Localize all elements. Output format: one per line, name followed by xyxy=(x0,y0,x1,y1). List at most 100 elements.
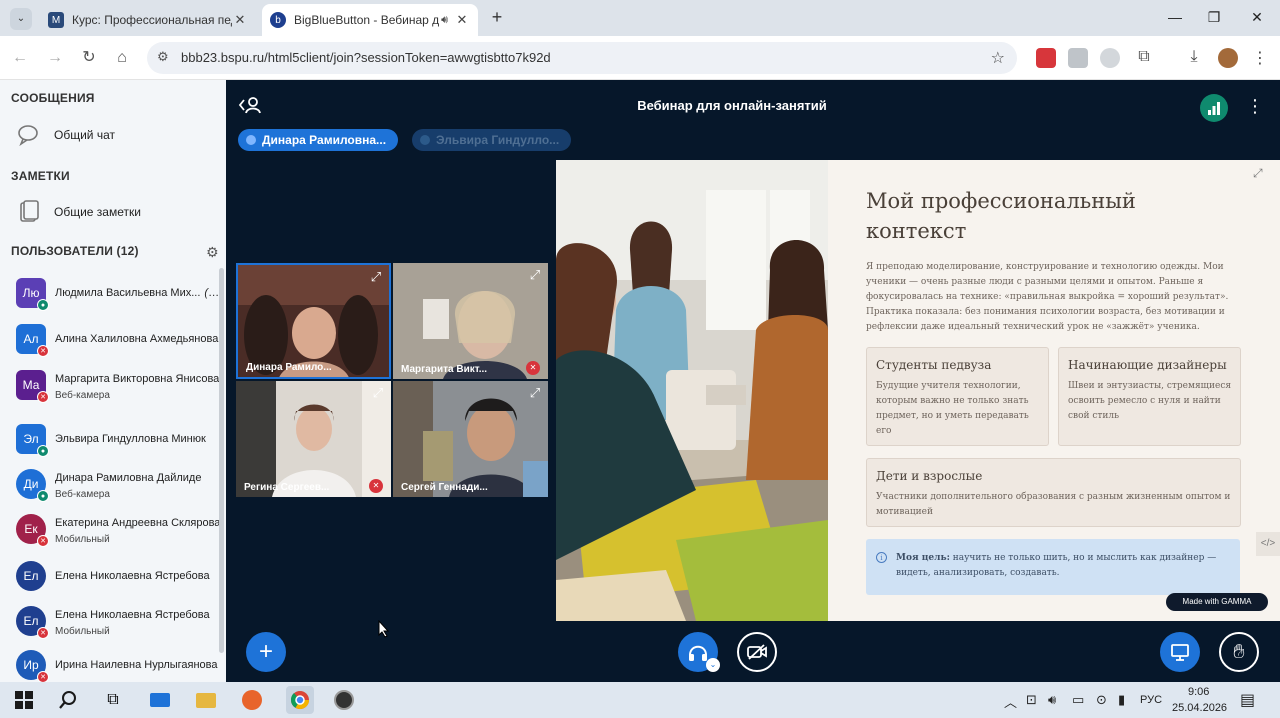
windows-start-icon[interactable] xyxy=(12,688,36,712)
user-name-text: Динара Рамиловна Дайлиде xyxy=(55,472,202,484)
user-list-item[interactable]: Ма ✕ Маргарита Викторовна Янисова Веб-камер… xyxy=(16,366,222,412)
webcam-label: Динара Рамило... xyxy=(246,362,332,373)
tab-search-icon[interactable]: ⌄ xyxy=(10,8,32,30)
options-menu-icon[interactable]: ⋮ xyxy=(1246,96,1264,117)
tray-apps-icon[interactable]: ⊡ xyxy=(1026,692,1037,708)
download-icon[interactable]: ⤓ xyxy=(1184,48,1204,68)
browser-tab-bbb[interactable]: b BigBlueButton - Вебинар д 🔊︎ ✕ xyxy=(262,4,478,36)
public-chat-item[interactable]: Общий чат xyxy=(16,122,115,148)
address-bar[interactable]: ⚙ bbb23.bspu.ru/html5client/join?session… xyxy=(147,42,1017,74)
talking-indicator-1[interactable]: Динара Рамиловна... xyxy=(238,129,399,151)
slide-side-toggle[interactable]: </> xyxy=(1256,532,1280,556)
user-list-item[interactable]: Лю●Людмила Васильевна Мих...(Вы) xyxy=(16,274,223,320)
raise-hand-button[interactable]: ✋︎ xyxy=(1219,632,1259,672)
user-list-item[interactable]: Ир ✕ Ирина Наилевна Нурлыгаянова xyxy=(16,646,222,682)
close-tab-icon[interactable]: ✕ xyxy=(232,12,248,28)
user-status-text: Веб-камера xyxy=(55,390,110,401)
reload-icon[interactable]: ↻ xyxy=(77,46,101,70)
user-name-text: Людмила Васильевна Мих... xyxy=(55,287,201,299)
camera-off-button[interactable] xyxy=(737,632,777,672)
minimize-icon[interactable]: — xyxy=(1160,6,1190,28)
messages-title: СООБЩЕНИЯ xyxy=(11,91,95,105)
bookmark-star-icon[interactable]: ☆ xyxy=(991,48,1005,68)
connection-status-icon[interactable] xyxy=(1200,94,1228,122)
expand-icon[interactable]: ⤢ xyxy=(369,384,387,402)
mail-app-icon[interactable] xyxy=(148,688,172,712)
shared-notes-item[interactable]: Общие заметки xyxy=(16,199,141,225)
presentation-toggle-button[interactable] xyxy=(1160,632,1200,672)
menu-kebab-icon[interactable]: ⋮ xyxy=(1250,48,1270,68)
wifi-icon[interactable]: ⊙ xyxy=(1096,692,1107,708)
goal-callout: i Моя цель: научить не только шить, но и… xyxy=(866,539,1240,595)
fullscreen-icon[interactable]: ⤢ xyxy=(1253,166,1263,181)
task-view-icon[interactable]: ⧉ xyxy=(101,688,125,712)
restore-icon[interactable]: ❐ xyxy=(1199,6,1229,28)
talking-name: Эльвира Гиндулло... xyxy=(436,133,560,147)
webcam-tile[interactable]: ⤢ Динара Рамило... xyxy=(236,263,391,379)
home-icon[interactable]: ⌂ xyxy=(110,46,134,70)
search-icon[interactable] xyxy=(56,688,80,712)
back-icon[interactable]: ← xyxy=(8,46,32,70)
card-body: Будущие учителя технологии, которым важн… xyxy=(876,381,1029,436)
meeting-title: Вебинар для онлайн-занятий xyxy=(637,98,827,113)
card-title: Студенты педвуза xyxy=(876,358,992,372)
user-name: Алина Халиловна Ахмедьянова xyxy=(55,333,223,345)
card-title: Дети и взрослые xyxy=(876,469,983,483)
extension-mail-icon[interactable] xyxy=(1068,48,1088,68)
user-name-text: Елена Николаевна Ястребова xyxy=(55,570,210,582)
new-tab-button[interactable]: + xyxy=(486,6,508,28)
users-settings-icon[interactable]: ⚙ xyxy=(206,244,219,261)
close-tab-icon[interactable]: ✕ xyxy=(454,12,470,28)
info-icon: i xyxy=(876,552,887,563)
url-text: bbb23.bspu.ru/html5client/join?sessionTo… xyxy=(181,50,551,65)
webcam-tile[interactable]: ⤢ Регина Сергеев... ✕ xyxy=(236,381,391,497)
user-list-item[interactable]: Ди ● Динара Рамиловна Дайлиде Веб-камера xyxy=(16,465,222,511)
clock-time[interactable]: 9:06 xyxy=(1188,686,1209,698)
tray-overflow-icon[interactable]: ︿ xyxy=(1004,692,1017,711)
forward-icon[interactable]: → xyxy=(43,46,67,70)
network-icon[interactable]: ▭ xyxy=(1072,692,1084,708)
close-window-icon[interactable]: ✕ xyxy=(1242,6,1272,28)
user-list-item[interactable]: Ел ✕ Елена Николаевна Ястребова Мобильный xyxy=(16,602,222,648)
volume-icon[interactable]: 🔊︎ xyxy=(1048,692,1056,708)
obs-recorder-icon[interactable] xyxy=(332,688,356,712)
expand-icon[interactable]: ⤢ xyxy=(526,384,544,402)
mic-tray-icon[interactable]: ▮ xyxy=(1118,692,1125,708)
user-list-scrollbar[interactable] xyxy=(219,268,224,653)
tab-title: Курс: Профессиональная педа xyxy=(72,13,232,27)
user-name: Динара Рамиловна Дайлиде xyxy=(55,472,223,484)
file-explorer-icon[interactable] xyxy=(194,688,218,712)
user-list-item[interactable]: Ел Елена Николаевна Ястребова xyxy=(16,557,222,603)
audio-options-chevron-icon[interactable]: ⌄ xyxy=(706,658,720,672)
user-status-text: Мобильный xyxy=(55,626,110,637)
chrome-icon[interactable] xyxy=(286,686,314,714)
notifications-icon[interactable]: ▤ xyxy=(1240,690,1255,710)
user-list-item[interactable]: Ал ✕ Алина Халиловна Ахмедьянова xyxy=(16,320,222,366)
webcam-tile[interactable]: ⤢ Маргарита Викт... ✕ xyxy=(393,263,548,379)
browser-tab-course[interactable]: M Курс: Профессиональная педа ✕ xyxy=(40,4,256,36)
user-list-item[interactable]: Ек ✕ Екатерина Андреевна Склярова Мобильный xyxy=(16,510,222,556)
slide-title: Мой профессиональный контекст xyxy=(866,186,1216,246)
user-status-text: Мобильный xyxy=(55,534,110,545)
expand-icon[interactable]: ⤢ xyxy=(367,268,385,286)
actions-plus-button[interactable]: + xyxy=(246,632,286,672)
expand-icon[interactable]: ⤢ xyxy=(526,266,544,284)
talking-indicator-2[interactable]: Эльвира Гиндулло... xyxy=(412,129,572,151)
extensions-puzzle-icon[interactable]: ⧉ xyxy=(1134,48,1154,68)
muted-mic-icon: ✕ xyxy=(37,391,49,403)
notes-title: ЗАМЕТКИ xyxy=(11,169,70,183)
clock-date[interactable]: 25.04.2026 xyxy=(1172,702,1227,714)
users-title: ПОЛЬЗОВАТЕЛИ (12) xyxy=(11,244,139,258)
input-language[interactable]: РУС xyxy=(1140,694,1162,706)
mouse-cursor-icon xyxy=(378,619,390,643)
webcam-tile[interactable]: ⤢ Сергей Геннади... xyxy=(393,381,548,497)
extension-globe-icon[interactable] xyxy=(1100,48,1120,68)
extension-pdf-icon[interactable] xyxy=(1036,48,1056,68)
mic-on-icon: ● xyxy=(37,445,49,457)
site-settings-icon[interactable]: ⚙ xyxy=(157,49,169,65)
profile-avatar[interactable] xyxy=(1218,48,1238,68)
tab-audio-icon[interactable]: 🔊︎ xyxy=(441,14,448,27)
made-with-gamma-badge[interactable]: Made with GAMMA xyxy=(1166,593,1268,611)
user-list-item[interactable]: Эл ● Эльвира Гиндулловна Минюк xyxy=(16,420,222,466)
firefox-icon[interactable] xyxy=(240,688,264,712)
